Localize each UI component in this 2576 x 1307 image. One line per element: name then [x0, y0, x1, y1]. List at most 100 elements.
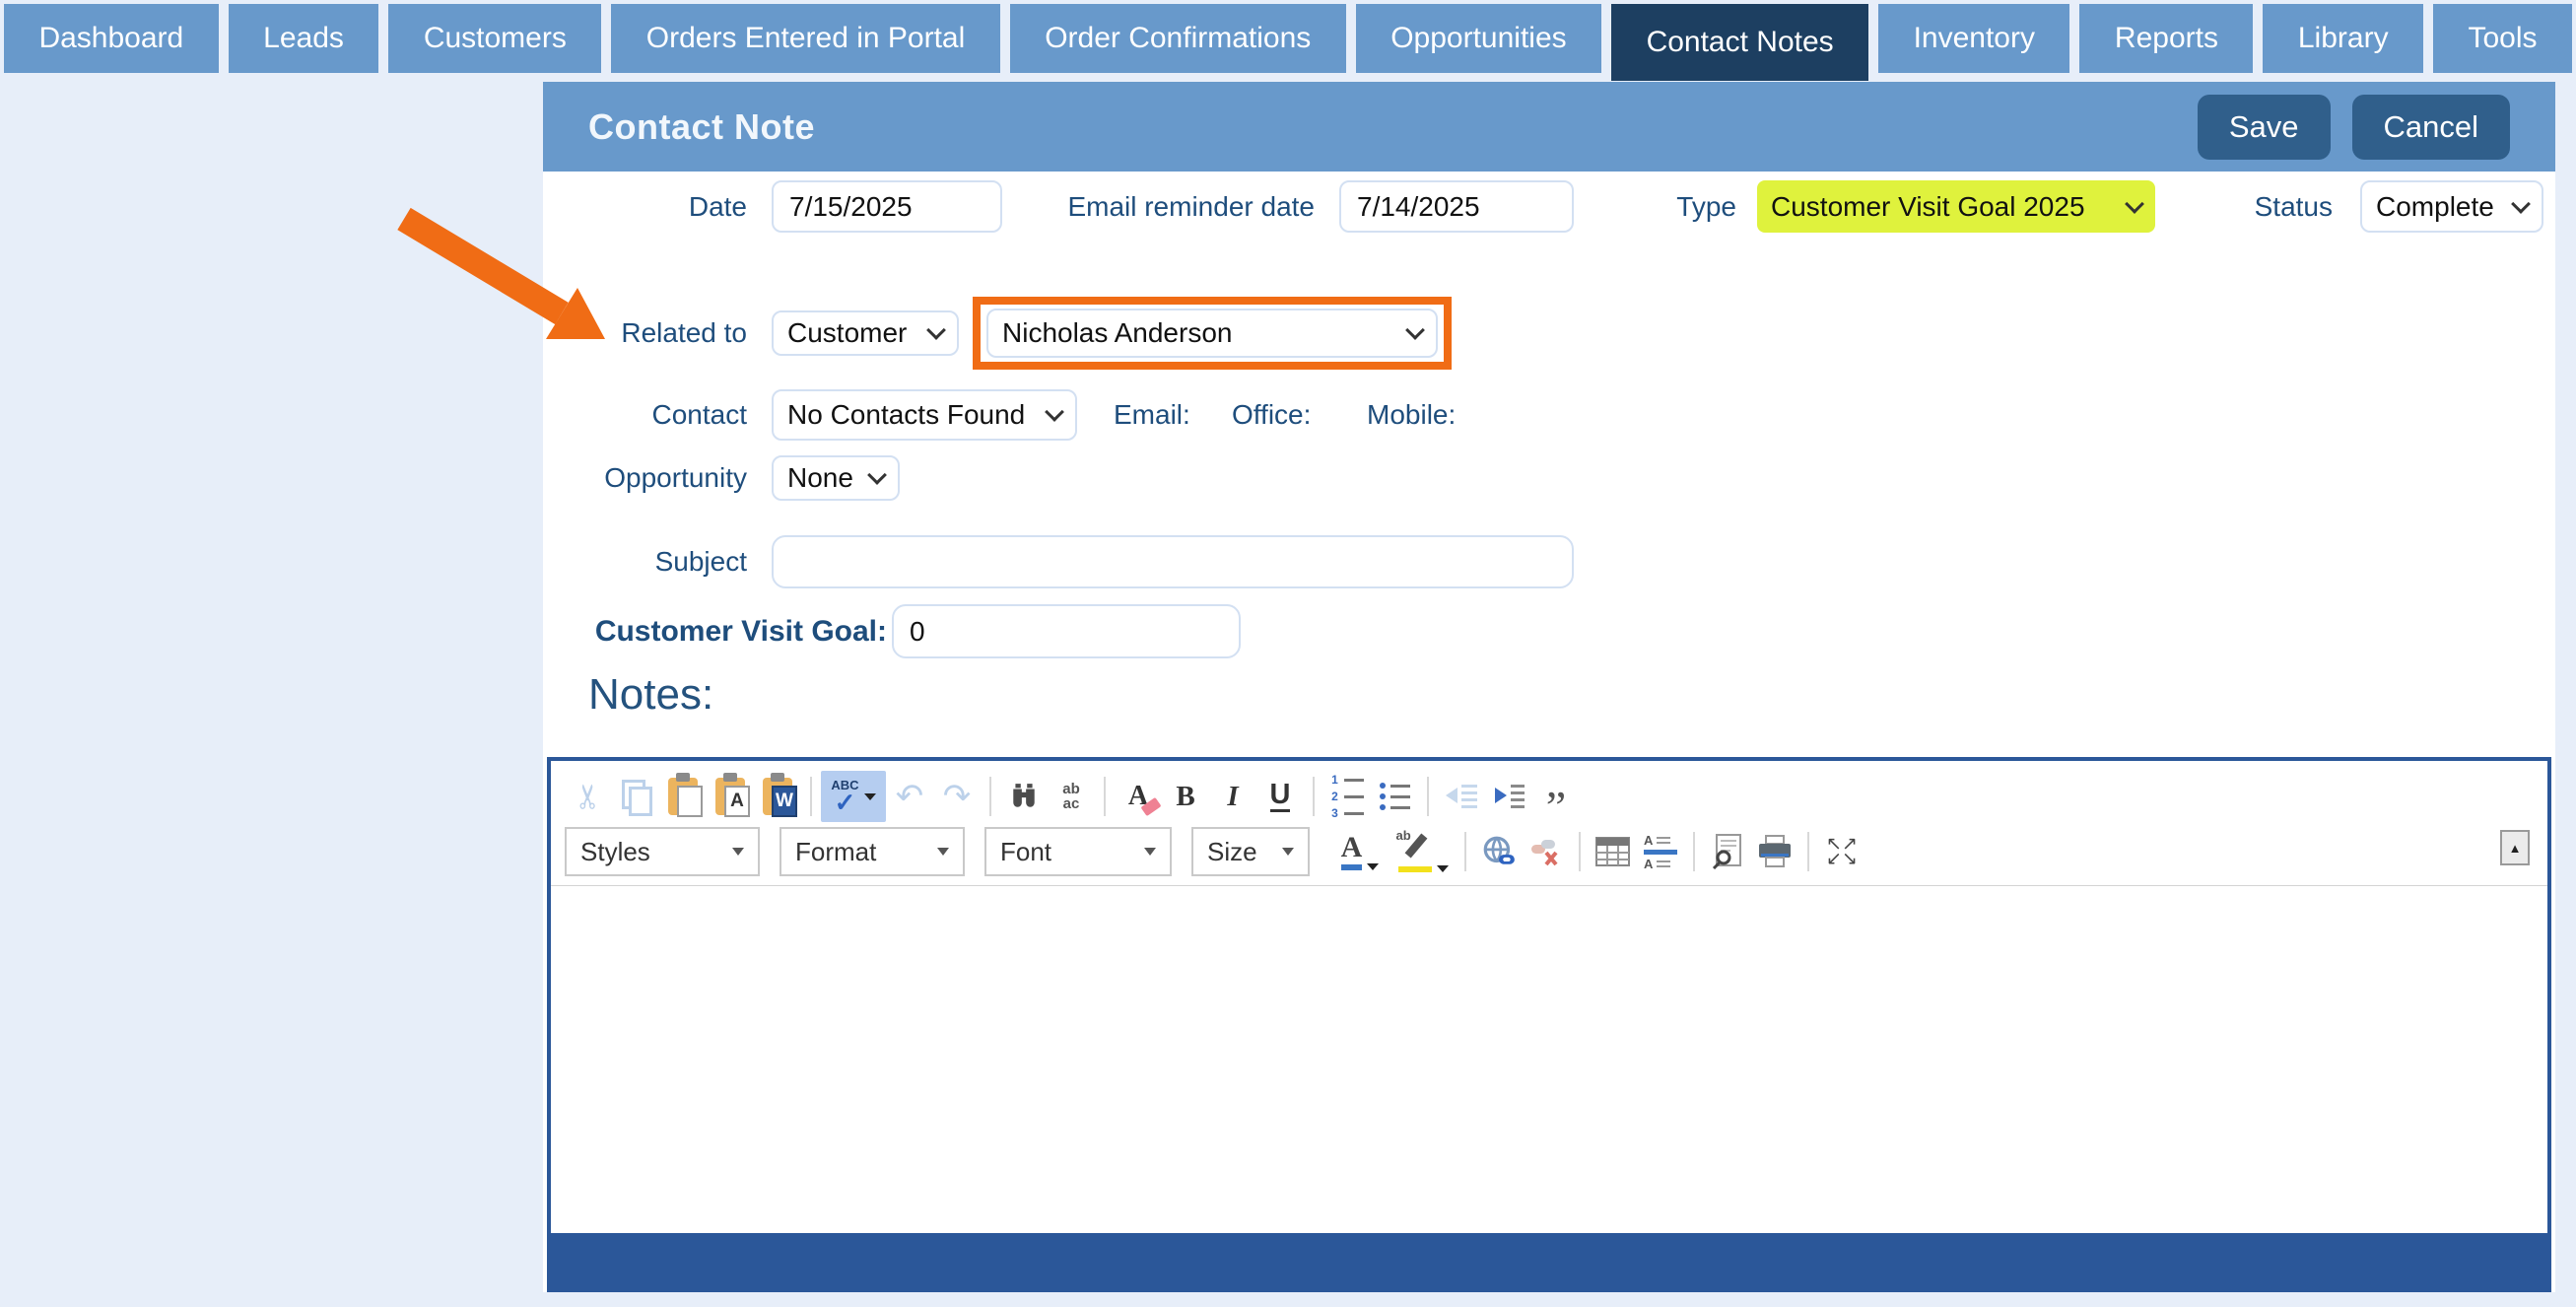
size-dropdown[interactable]: Size: [1191, 827, 1310, 876]
subject-input[interactable]: [772, 535, 1574, 588]
remove-format-button[interactable]: A: [1115, 772, 1162, 821]
editor-toolbar: ✂ A W ABC ✓ ↶ ↷: [551, 761, 2547, 885]
related-to-label: Related to: [543, 310, 747, 356]
annotation-highlight-box: Nicholas Anderson: [973, 297, 1452, 370]
opportunity-select-value: None: [787, 462, 853, 494]
horizontal-rule-icon: A A: [1644, 834, 1677, 870]
chevron-down-icon: [1144, 848, 1156, 856]
maximize-button[interactable]: ↖ ↗ ↙ ↘: [1818, 827, 1865, 876]
nav-tab-contact-notes[interactable]: Contact Notes: [1611, 4, 1868, 81]
save-button[interactable]: Save: [2198, 95, 2331, 160]
toolbar-separator: [1693, 832, 1695, 871]
unlink-icon: [1528, 835, 1564, 868]
triangle-up-icon: ▲: [2509, 841, 2522, 856]
preview-button[interactable]: [1704, 827, 1751, 876]
top-navigation: Dashboard Leads Customers Orders Entered…: [4, 4, 2572, 81]
editor-bottom-bar: [551, 1233, 2547, 1292]
related-to-kind-select[interactable]: Customer: [772, 310, 959, 356]
styles-dropdown[interactable]: Styles: [565, 827, 760, 876]
contact-select[interactable]: No Contacts Found: [772, 389, 1077, 441]
bulleted-list-button[interactable]: [1371, 772, 1418, 821]
find-button[interactable]: [1000, 772, 1048, 821]
unlink-button[interactable]: [1523, 827, 1570, 876]
increase-indent-button[interactable]: [1485, 772, 1532, 821]
insert-table-button[interactable]: [1590, 827, 1637, 876]
background-color-button[interactable]: ab: [1390, 827, 1456, 876]
contact-select-value: No Contacts Found: [787, 399, 1025, 431]
status-label: Status: [2179, 180, 2333, 233]
nav-tab-orders-entered-in-portal[interactable]: Orders Entered in Portal: [611, 4, 999, 73]
nav-tab-library[interactable]: Library: [2263, 4, 2423, 73]
status-select-value: Complete: [2376, 191, 2494, 223]
numbered-list-button[interactable]: 1 2 3: [1323, 772, 1371, 821]
status-select[interactable]: Complete: [2360, 180, 2543, 233]
paste-button[interactable]: [659, 772, 707, 821]
insert-horizontal-rule-button[interactable]: A A: [1637, 827, 1684, 876]
page-title: Contact Note: [588, 106, 815, 148]
text-color-button[interactable]: A: [1329, 827, 1390, 876]
spell-check-icon: ABC ✓: [831, 779, 858, 815]
crm-app: { "nav": { "tabs": [ {"label": "Dashboar…: [0, 0, 2576, 1307]
toolbar-separator: [1464, 832, 1466, 871]
print-icon: [1757, 835, 1793, 868]
nav-tab-order-confirmations[interactable]: Order Confirmations: [1010, 4, 1346, 73]
cancel-button[interactable]: Cancel: [2352, 95, 2511, 160]
redo-icon: ↷: [943, 777, 972, 816]
maximize-icon: ↖ ↗ ↙ ↘: [1826, 837, 1858, 866]
nav-tab-dashboard[interactable]: Dashboard: [4, 4, 219, 73]
copy-button[interactable]: [612, 772, 659, 821]
paste-from-word-button[interactable]: W: [754, 772, 801, 821]
underline-button[interactable]: U: [1256, 772, 1304, 821]
format-dropdown[interactable]: Format: [780, 827, 965, 876]
numbered-list-icon: 1 2 3: [1330, 774, 1364, 819]
cut-icon: ✂: [569, 783, 608, 811]
customer-visit-goal-label: Customer Visit Goal:: [543, 604, 887, 658]
type-select[interactable]: Customer Visit Goal 2025: [1757, 180, 2155, 233]
increase-indent-icon: [1491, 783, 1526, 810]
email-reminder-date-input[interactable]: [1339, 180, 1574, 233]
customer-visit-goal-input[interactable]: [892, 604, 1241, 658]
paste-icon: [668, 778, 698, 815]
chevron-down-icon: [867, 465, 887, 485]
nav-tab-inventory[interactable]: Inventory: [1878, 4, 2069, 73]
link-globe-icon: [1481, 834, 1517, 869]
related-to-entity-value: Nicholas Anderson: [1002, 317, 1232, 349]
contact-email-label: Email:: [1114, 389, 1232, 441]
related-to-entity-select[interactable]: Nicholas Anderson: [986, 309, 1438, 358]
opportunity-select[interactable]: None: [772, 455, 900, 501]
chevron-down-icon: [732, 848, 744, 856]
related-to-kind-value: Customer: [787, 317, 907, 349]
nav-tab-tools[interactable]: Tools: [2433, 4, 2572, 73]
redo-button[interactable]: ↷: [933, 772, 981, 821]
type-select-value: Customer Visit Goal 2025: [1771, 191, 2085, 223]
notes-editor-content[interactable]: [551, 886, 2547, 1233]
panel-header: Contact Note Save Cancel: [543, 82, 2555, 172]
replace-icon: ab ac: [1062, 782, 1080, 811]
nav-tab-leads[interactable]: Leads: [229, 4, 379, 73]
text-color-icon: A: [1341, 833, 1380, 870]
nav-tab-opportunities[interactable]: Opportunities: [1356, 4, 1601, 73]
contact-mobile-label: Mobile:: [1367, 389, 1495, 441]
insert-link-button[interactable]: [1475, 827, 1523, 876]
undo-button[interactable]: ↶: [886, 772, 933, 821]
nav-tab-reports[interactable]: Reports: [2079, 4, 2253, 73]
italic-button[interactable]: I: [1209, 772, 1256, 821]
decrease-indent-button[interactable]: [1438, 772, 1485, 821]
replace-button[interactable]: ab ac: [1048, 772, 1095, 821]
print-button[interactable]: [1751, 827, 1798, 876]
cut-button[interactable]: ✂: [565, 772, 612, 821]
bold-button[interactable]: B: [1162, 772, 1209, 821]
bold-icon: B: [1176, 781, 1194, 813]
contact-label: Contact: [543, 389, 747, 441]
chevron-down-icon: [2511, 194, 2531, 214]
font-dropdown[interactable]: Font: [984, 827, 1172, 876]
toolbar-separator: [989, 777, 991, 816]
copy-icon: [622, 780, 649, 813]
spell-check-button[interactable]: ABC ✓: [821, 771, 886, 822]
paste-as-plain-text-button[interactable]: A: [707, 772, 754, 821]
nav-tab-customers[interactable]: Customers: [388, 4, 601, 73]
chevron-down-icon: [2125, 194, 2144, 214]
blockquote-button[interactable]: ”: [1532, 772, 1580, 821]
collapse-toolbar-button[interactable]: ▲: [2500, 830, 2530, 865]
header-actions: Save Cancel: [2198, 95, 2510, 160]
